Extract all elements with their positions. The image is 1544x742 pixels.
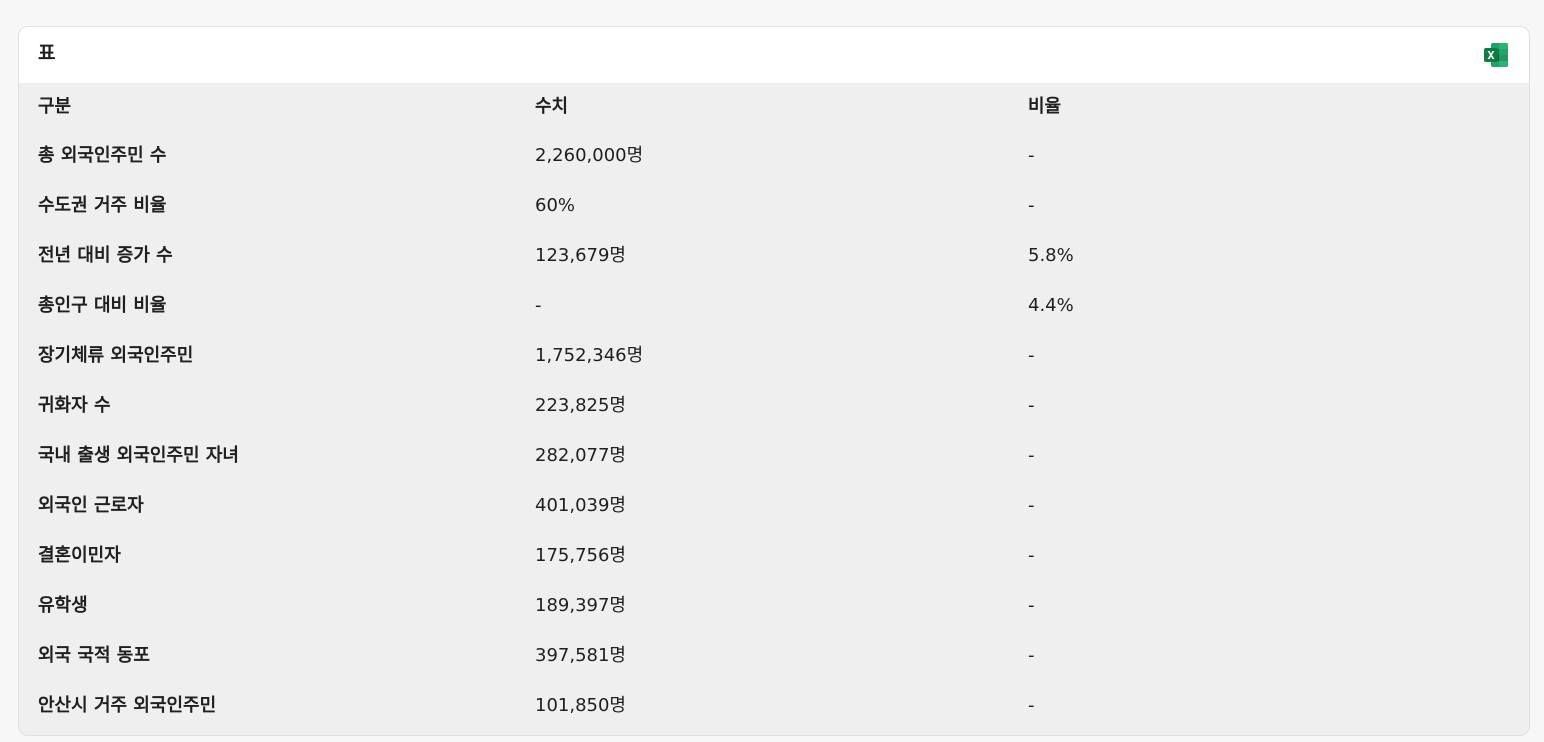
cell-value: 401,039명	[535, 495, 626, 516]
cell-ratio: -	[1028, 695, 1035, 716]
table-row: 수도권 거주 비율 60% -	[19, 181, 1529, 231]
cell-ratio: -	[1028, 545, 1035, 566]
cell-value: 123,679명	[535, 245, 626, 266]
cell-value: 175,756명	[535, 545, 626, 566]
cell-ratio: -	[1028, 395, 1035, 416]
column-header-ratio: 비율	[1028, 96, 1062, 117]
cell-value: 282,077명	[535, 445, 626, 466]
cell-value: 397,581명	[535, 645, 626, 666]
cell-value: 2,260,000명	[535, 145, 644, 166]
table-row: 귀화자 수 223,825명 -	[19, 381, 1529, 431]
cell-ratio: -	[1028, 145, 1035, 166]
cell-ratio: -	[1028, 345, 1035, 366]
table-panel: 표 구분 수치 비율 총 외국인주민 수 2,260,000명 - 수도권 거주…	[18, 26, 1530, 736]
table-row: 외국인 근로자 401,039명 -	[19, 481, 1529, 531]
excel-icon	[1484, 43, 1508, 67]
excel-export-button[interactable]	[1483, 42, 1509, 68]
cell-category: 외국 국적 동포	[38, 645, 150, 666]
cell-category: 안산시 거주 외국인주민	[38, 695, 217, 716]
cell-value: -	[535, 295, 542, 316]
table-row: 총인구 대비 비율 - 4.4%	[19, 281, 1529, 331]
cell-category: 수도권 거주 비율	[38, 195, 167, 216]
table-row: 유학생 189,397명 -	[19, 581, 1529, 631]
cell-category: 총 외국인주민 수	[38, 145, 167, 166]
table-header-row: 구분 수치 비율	[19, 83, 1529, 131]
table-row: 외국 국적 동포 397,581명 -	[19, 631, 1529, 681]
cell-ratio: -	[1028, 595, 1035, 616]
cell-ratio: -	[1028, 645, 1035, 666]
data-table: 구분 수치 비율 총 외국인주민 수 2,260,000명 - 수도권 거주 비…	[19, 83, 1529, 731]
cell-value: 60%	[535, 195, 576, 216]
cell-value: 189,397명	[535, 595, 626, 616]
table-row: 안산시 거주 외국인주민 101,850명 -	[19, 681, 1529, 731]
cell-value: 223,825명	[535, 395, 626, 416]
cell-ratio: -	[1028, 445, 1035, 466]
cell-ratio: -	[1028, 195, 1035, 216]
table-row: 전년 대비 증가 수 123,679명 5.8%	[19, 231, 1529, 281]
cell-category: 귀화자 수	[38, 395, 111, 416]
table-row: 결혼이민자 175,756명 -	[19, 531, 1529, 581]
cell-category: 전년 대비 증가 수	[38, 245, 173, 266]
cell-category: 장기체류 외국인주민	[38, 345, 194, 366]
column-header-category: 구분	[38, 96, 72, 117]
table-row: 국내 출생 외국인주민 자녀 282,077명 -	[19, 431, 1529, 481]
cell-category: 외국인 근로자	[38, 495, 144, 516]
panel-header: 표	[19, 27, 1529, 83]
cell-category: 결혼이민자	[38, 545, 121, 566]
cell-value: 1,752,346명	[535, 345, 644, 366]
cell-category: 국내 출생 외국인주민 자녀	[38, 445, 239, 466]
table-row: 총 외국인주민 수 2,260,000명 -	[19, 131, 1529, 181]
cell-ratio: 4.4%	[1028, 295, 1074, 316]
cell-ratio: 5.8%	[1028, 245, 1074, 266]
cell-value: 101,850명	[535, 695, 626, 716]
cell-category: 유학생	[38, 595, 88, 616]
cell-category: 총인구 대비 비율	[38, 295, 167, 316]
panel-title: 표	[38, 42, 56, 64]
table-row: 장기체류 외국인주민 1,752,346명 -	[19, 331, 1529, 381]
column-header-value: 수치	[535, 96, 569, 117]
cell-ratio: -	[1028, 495, 1035, 516]
